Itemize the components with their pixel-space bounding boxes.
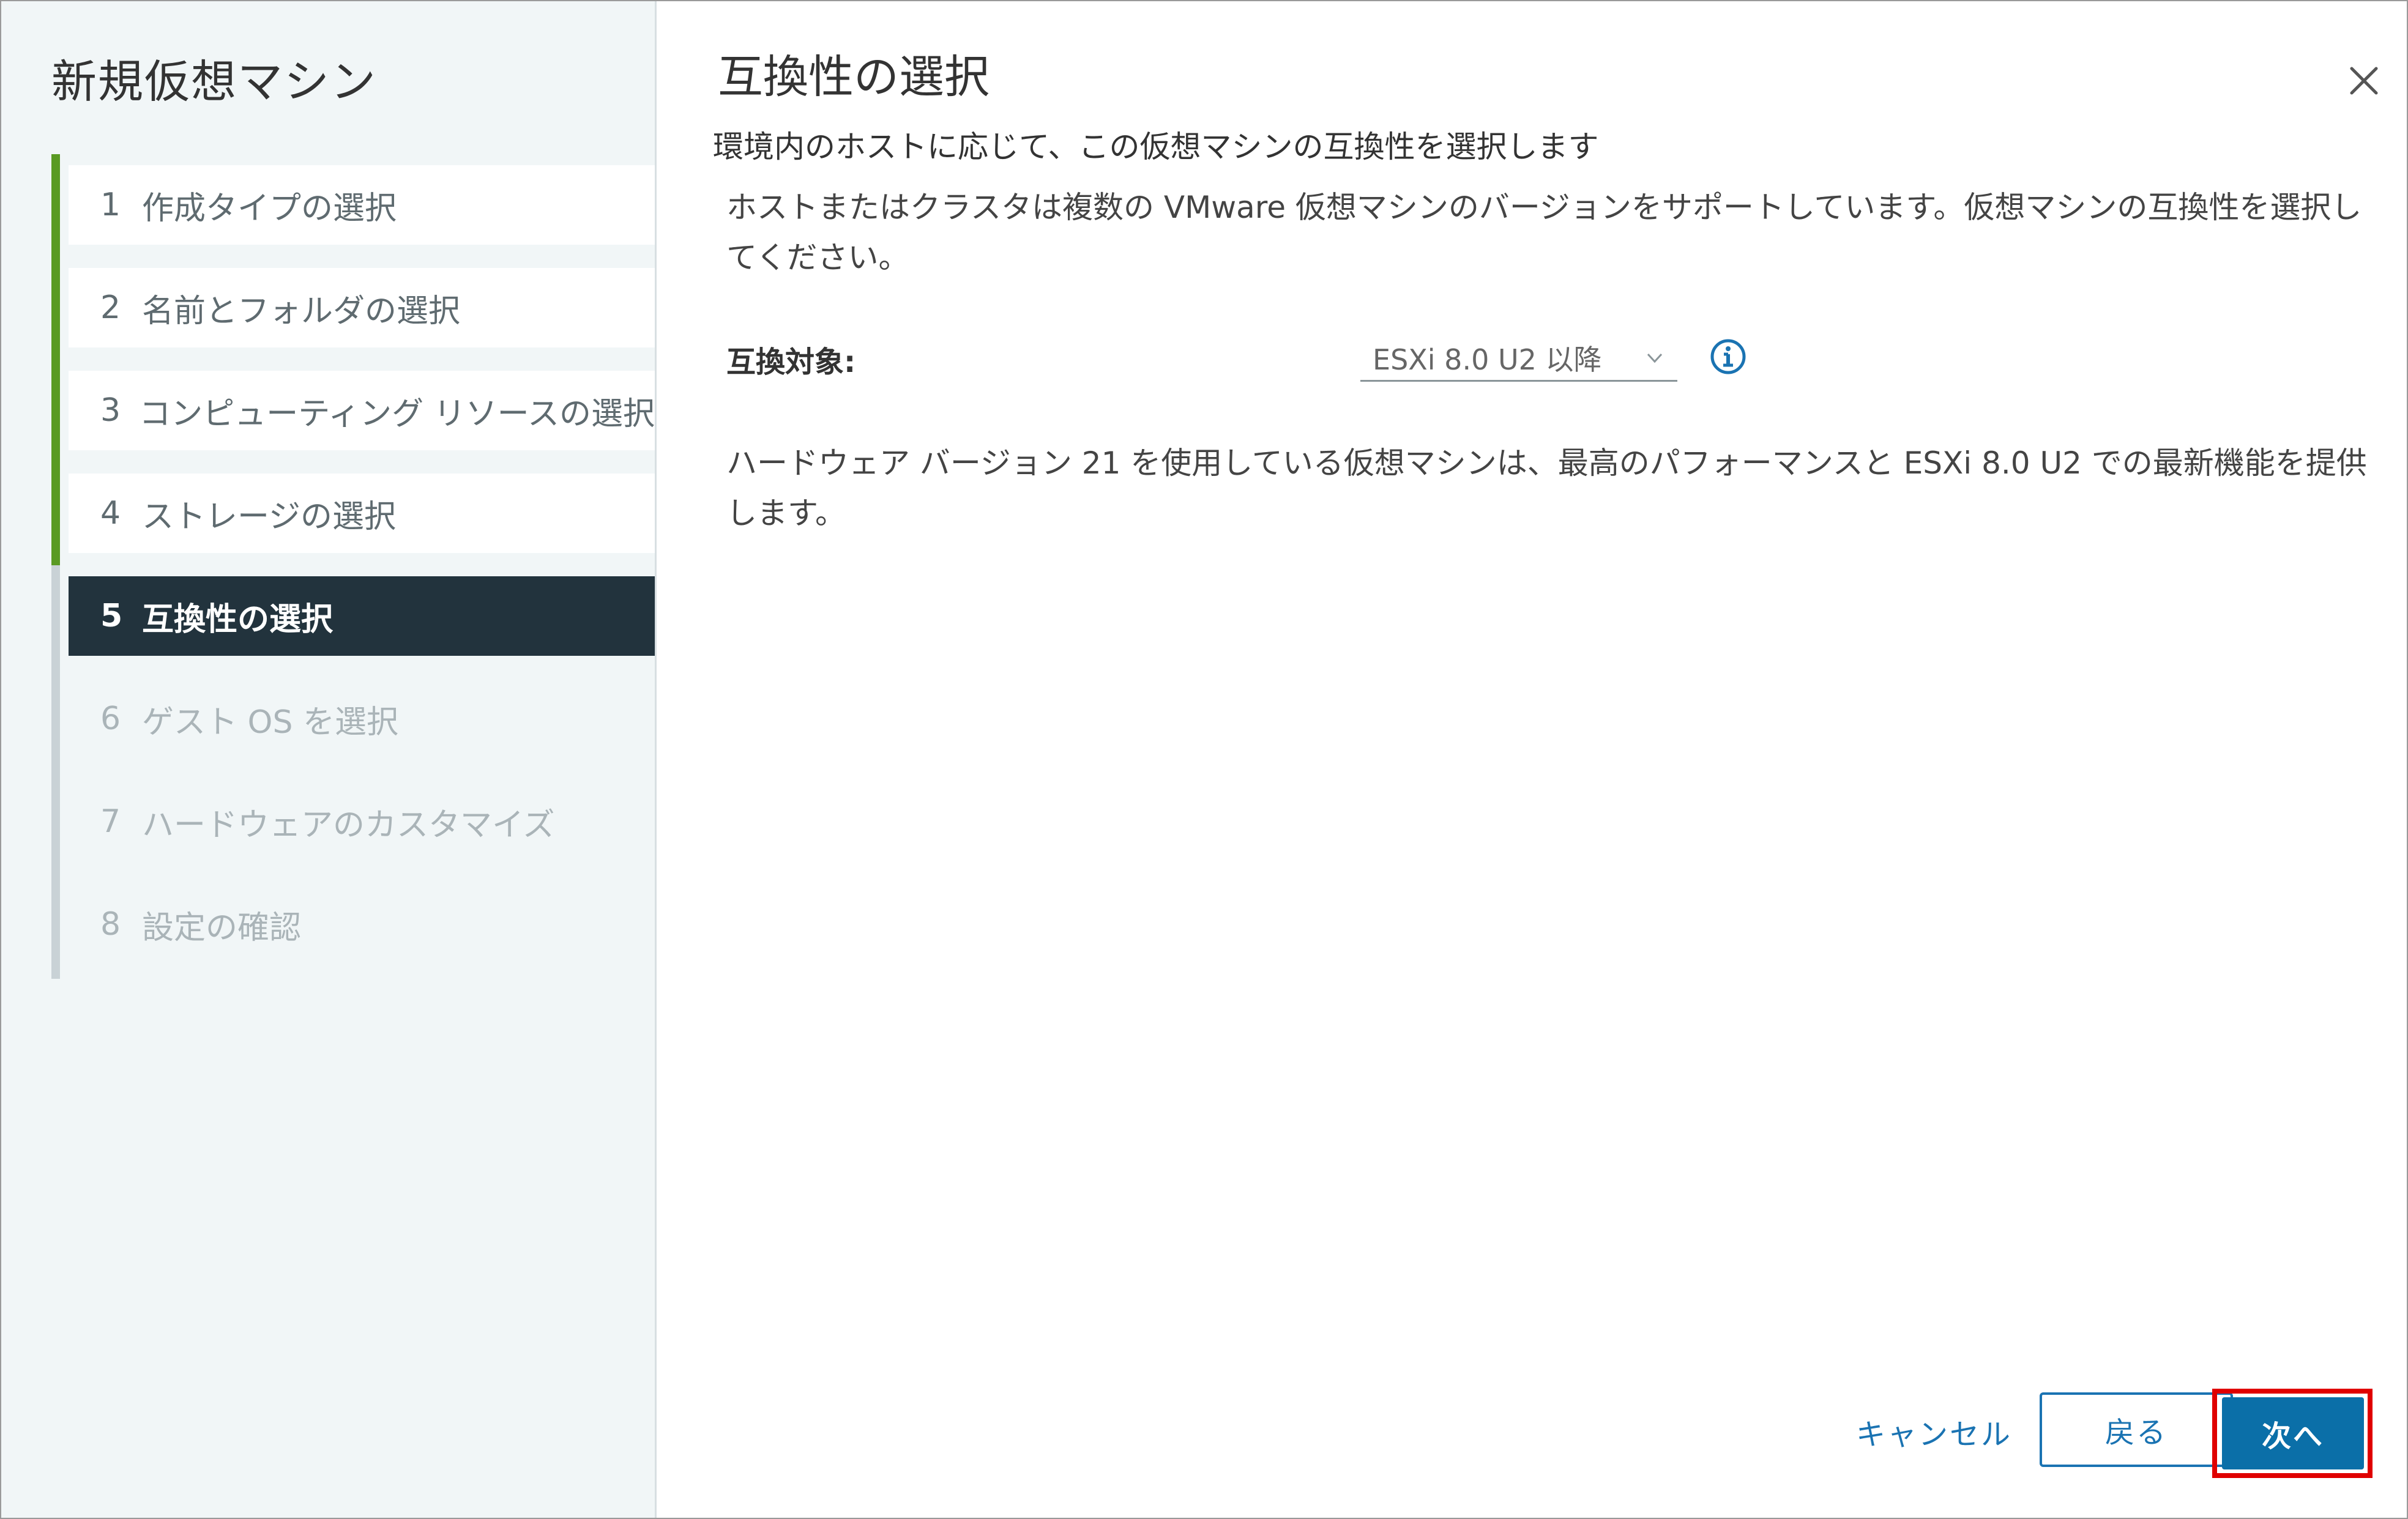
wizard-step-2[interactable]: 2 名前とフォルダの選択 (69, 268, 655, 347)
wizard-step-3[interactable]: 3 コンピューティング リソースの選択 (69, 371, 655, 450)
step-number: 8 (100, 906, 121, 943)
step-number: 5 (100, 598, 123, 634)
step-label: 設定の確認 (142, 909, 302, 946)
step-label: 名前とフォルダの選択 (142, 292, 461, 330)
compatibility-select-value: ESXi 8.0 U2 以降 (1373, 343, 1602, 376)
wizard-step-6: 6 ゲスト OS を選択 (69, 679, 655, 759)
step-number: 7 (100, 803, 121, 840)
progress-bar-completed (51, 154, 60, 565)
wizard-step-1[interactable]: 1 作成タイプの選択 (69, 165, 655, 245)
compatibility-description: ホストまたはクラスタは複数の VMware 仮想マシンのバージョンをサポートして… (726, 190, 2362, 275)
step-label: ストレージの選択 (142, 498, 396, 535)
next-button[interactable]: 次へ (2222, 1397, 2364, 1469)
wizard-step-7: 7 ハードウェアのカスタマイズ (69, 782, 655, 861)
step-label: ゲスト OS を選択 (142, 704, 398, 741)
progress-bar-remaining (51, 565, 60, 979)
step-number: 6 (100, 700, 121, 737)
wizard-sidebar: 新規仮想マシン 1 作成タイプの選択 2 名前とフォルダの選択 3 コンピューテ… (1, 1, 657, 1518)
step-number: 3 (100, 392, 121, 429)
step-number: 4 (100, 495, 121, 532)
step-label: コンピューティング リソースの選択 (139, 395, 655, 433)
page-title: 互換性の選択 (718, 51, 990, 103)
chevron-down-icon (1647, 353, 1663, 363)
step-label: ハードウェアのカスタマイズ (142, 806, 555, 844)
step-label: 作成タイプの選択 (142, 190, 397, 227)
compatibility-label: 互換対象: (726, 345, 856, 379)
wizard-step-5-active[interactable]: 5 互換性の選択 (69, 576, 655, 656)
step-number: 2 (100, 289, 121, 326)
step-number: 1 (100, 187, 121, 223)
wizard-step-4[interactable]: 4 ストレージの選択 (69, 474, 655, 553)
wizard-step-8: 8 設定の確認 (69, 885, 655, 964)
new-vm-dialog: 新規仮想マシン 1 作成タイプの選択 2 名前とフォルダの選択 3 コンピューテ… (0, 0, 2408, 1519)
step-label: 互換性の選択 (142, 601, 334, 638)
hardware-version-note: ハードウェア バージョン 21 を使用している仮想マシンは、最高のパフォーマンス… (726, 445, 2367, 531)
wizard-title: 新規仮想マシン (51, 56, 377, 108)
compatibility-select[interactable]: ESXi 8.0 U2 以降 (1360, 336, 1677, 382)
info-icon[interactable] (1709, 338, 1747, 376)
wizard-main-panel: 互換性の選択 環境内のホストに応じて、この仮想マシンの互換性を選択します ホスト… (657, 1, 2407, 1518)
page-subtitle: 環境内のホストに応じて、この仮想マシンの互換性を選択します (713, 129, 1599, 165)
cancel-button[interactable]: キャンセル (1856, 1406, 2012, 1457)
back-button[interactable]: 戻る (2040, 1392, 2233, 1467)
close-icon[interactable] (2346, 62, 2382, 99)
